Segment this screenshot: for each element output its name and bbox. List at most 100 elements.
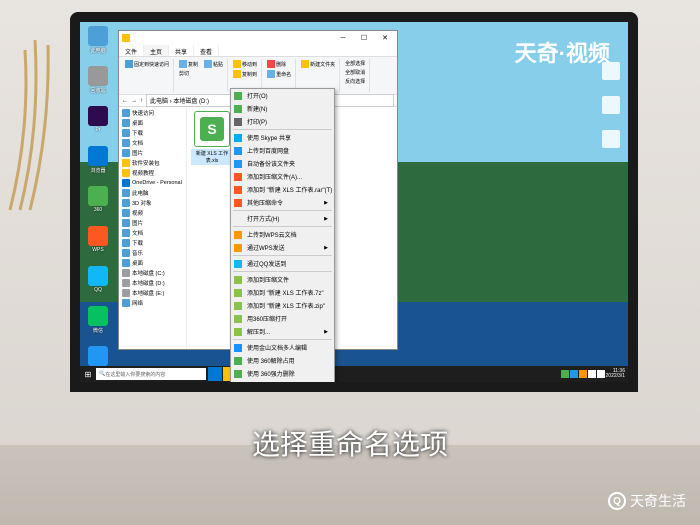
- search-box[interactable]: 🔍 在这里输入你要搜索的内容: [96, 368, 206, 380]
- desktop-icon[interactable]: Pr: [84, 106, 112, 142]
- newfolder-button[interactable]: 新建文件夹: [299, 59, 337, 69]
- tray-icon[interactable]: [579, 370, 587, 378]
- menu-separator: [233, 129, 332, 130]
- desktop-icons-left: 此电脑回收站Pr浏览器360WPSQQ微信网盘PS腾讯安全视频文件: [84, 26, 112, 382]
- nav-item[interactable]: 文档: [120, 228, 185, 238]
- ribbon-tabs: 文件主页共享查看: [119, 45, 397, 57]
- context-menu-item[interactable]: 使用 360解除占用: [231, 354, 334, 367]
- context-menu-item[interactable]: 使用 360进行木马云查杀: [231, 380, 334, 382]
- select-all-button[interactable]: 全部选择: [343, 59, 367, 68]
- volume-icon[interactable]: [597, 370, 605, 378]
- ribbon-tab[interactable]: 主页: [144, 45, 169, 56]
- context-menu-item[interactable]: 上传到WPS云文档: [231, 228, 334, 241]
- nav-item[interactable]: 桌面: [120, 118, 185, 128]
- monitor-frame: 天奇·视频 此电脑回收站Pr浏览器360WPSQQ微信网盘PS腾讯安全视频文件 …: [70, 12, 638, 392]
- context-menu-item[interactable]: 添加到 "新建 XLS 工作表.7z": [231, 286, 334, 299]
- nav-item[interactable]: 桌面: [120, 258, 185, 268]
- menu-separator: [233, 226, 332, 227]
- paste-button[interactable]: 粘贴: [202, 59, 225, 69]
- context-menu-item[interactable]: 打印(P): [231, 115, 334, 128]
- nav-item[interactable]: 3D 对象: [120, 198, 185, 208]
- taskbar-icon[interactable]: [208, 367, 222, 381]
- nav-item[interactable]: 图片: [120, 218, 185, 228]
- nav-pane: 快速访问桌面下载文档图片软件安装包视频教程OneDrive - Personal…: [119, 107, 187, 349]
- context-menu-item[interactable]: 添加到压缩文件(A)...: [231, 170, 334, 183]
- file-item-selected[interactable]: S 新建 XLS 工作表.xls: [191, 111, 233, 165]
- context-menu-item[interactable]: 添加到 "新建 XLS 工作表.zip": [231, 299, 334, 312]
- rename-button[interactable]: 重命名: [265, 69, 293, 79]
- context-menu-item[interactable]: 使用金山文档多人编辑: [231, 341, 334, 354]
- delete-button[interactable]: 删除: [265, 59, 293, 69]
- nav-item[interactable]: OneDrive - Personal: [120, 178, 185, 188]
- nav-item[interactable]: 视频教程: [120, 168, 185, 178]
- context-menu-item[interactable]: 其他压缩命令▶: [231, 196, 334, 209]
- context-menu-item[interactable]: 添加到压缩文件: [231, 273, 334, 286]
- nav-item[interactable]: 下载: [120, 128, 185, 138]
- cut-button[interactable]: 剪切: [177, 69, 191, 78]
- copyto-button[interactable]: 复制到: [231, 69, 259, 79]
- video-watermark: 天奇·视频: [515, 36, 610, 68]
- pin-button[interactable]: 固定到快速访问: [123, 59, 171, 69]
- context-menu-item[interactable]: 解压到...▶: [231, 325, 334, 338]
- nav-item[interactable]: 快速访问: [120, 108, 185, 118]
- forward-icon[interactable]: →: [131, 98, 137, 104]
- nav-item[interactable]: 图片: [120, 148, 185, 158]
- brand-icon: Q: [608, 492, 626, 510]
- ribbon-tab[interactable]: 文件: [119, 45, 144, 56]
- context-menu-item[interactable]: 用360压缩打开: [231, 312, 334, 325]
- ribbon-tab[interactable]: 查看: [194, 45, 219, 56]
- wifi-icon[interactable]: [588, 370, 596, 378]
- context-menu-item[interactable]: 打开(O): [231, 89, 334, 102]
- context-menu-item[interactable]: 使用 360强力删除: [231, 367, 334, 380]
- nav-item[interactable]: 此电脑: [120, 188, 185, 198]
- invert-button[interactable]: 反向选择: [343, 77, 367, 86]
- nav-item[interactable]: 视频: [120, 208, 185, 218]
- context-menu-item[interactable]: 新建(N): [231, 102, 334, 115]
- clock[interactable]: 11:362022/3/1: [606, 369, 625, 379]
- context-menu-item[interactable]: 打开方式(H)▶: [231, 212, 334, 225]
- moveto-button[interactable]: 移动到: [231, 59, 259, 69]
- desktop-icon[interactable]: [600, 96, 622, 122]
- window-titlebar[interactable]: ─ ☐ ✕: [119, 31, 397, 45]
- nav-item[interactable]: 音乐: [120, 248, 185, 258]
- select-none-button[interactable]: 全部取消: [343, 68, 367, 77]
- taskbar: ⊞ 🔍 在这里输入你要搜索的内容 11:362022/3/1: [80, 366, 628, 382]
- context-menu-item[interactable]: 上传到百度网盘: [231, 144, 334, 157]
- ribbon-tab[interactable]: 共享: [169, 45, 194, 56]
- context-menu: 打开(O)新建(N)打印(P) 使用 Skype 共享上传到百度网盘自动备份该文件…: [230, 88, 335, 382]
- brand-logo: Q 天奇生活: [608, 491, 686, 511]
- maximize-button[interactable]: ☐: [355, 33, 373, 43]
- context-menu-item[interactable]: 使用 Skype 共享: [231, 131, 334, 144]
- desktop-icon[interactable]: QQ: [84, 266, 112, 302]
- desktop-icon[interactable]: 回收站: [84, 66, 112, 102]
- start-button[interactable]: ⊞: [80, 366, 96, 382]
- tray-icon[interactable]: [570, 370, 578, 378]
- context-menu-item[interactable]: 通过WPS发送▶: [231, 241, 334, 254]
- copy-button[interactable]: 复制: [177, 59, 200, 69]
- nav-item[interactable]: 本地磁盘 (E:): [120, 288, 185, 298]
- tray-icon[interactable]: [561, 370, 569, 378]
- desktop-icon[interactable]: WPS: [84, 226, 112, 262]
- nav-item[interactable]: 本地磁盘 (D:): [120, 278, 185, 288]
- desktop-icon[interactable]: 浏览器: [84, 146, 112, 182]
- nav-item[interactable]: 下载: [120, 238, 185, 248]
- minimize-button[interactable]: ─: [334, 33, 352, 43]
- close-button[interactable]: ✕: [376, 33, 394, 43]
- nav-item[interactable]: 网络: [120, 298, 185, 308]
- system-tray: 11:362022/3/1: [561, 369, 628, 379]
- video-subtitle: 选择重命名选项: [0, 423, 700, 463]
- context-menu-item[interactable]: 通过QQ发送到: [231, 257, 334, 270]
- context-menu-item[interactable]: 自动备份该文件夹: [231, 157, 334, 170]
- nav-item[interactable]: 软件安装包: [120, 158, 185, 168]
- up-icon[interactable]: ↑: [140, 98, 143, 104]
- back-icon[interactable]: ←: [122, 98, 128, 104]
- nav-item[interactable]: 本地磁盘 (C:): [120, 268, 185, 278]
- desktop-icon[interactable]: 此电脑: [84, 26, 112, 62]
- menu-separator: [233, 210, 332, 211]
- menu-separator: [233, 271, 332, 272]
- desktop-icon[interactable]: 微信: [84, 306, 112, 342]
- desktop-icon[interactable]: [600, 130, 622, 156]
- context-menu-item[interactable]: 添加到 "新建 XLS 工作表.rar"(T): [231, 183, 334, 196]
- desktop-icon[interactable]: 360: [84, 186, 112, 222]
- nav-item[interactable]: 文档: [120, 138, 185, 148]
